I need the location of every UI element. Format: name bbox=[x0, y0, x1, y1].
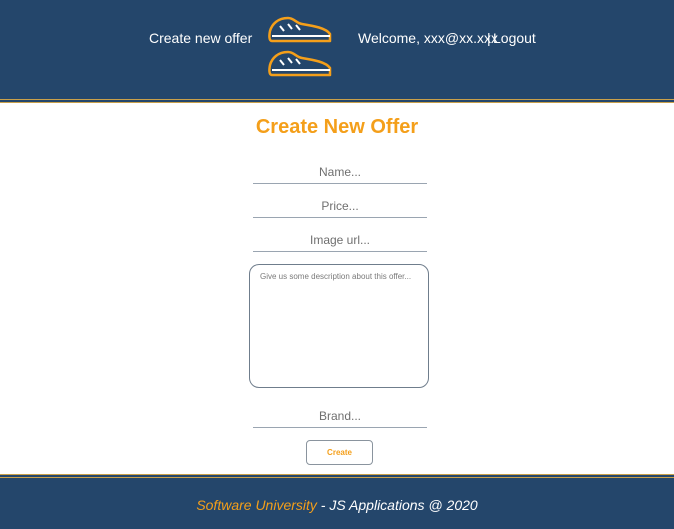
brand-input[interactable] bbox=[253, 405, 427, 428]
page-title: Create New Offer bbox=[255, 116, 419, 138]
footer-text: Software University - JS Applications @ … bbox=[0, 497, 674, 513]
create-offer-link[interactable]: Create new offer bbox=[149, 30, 252, 46]
shoes-logo-icon[interactable] bbox=[266, 14, 334, 82]
site-header: Create new offer Welcome, xxx@xx.xxx | L… bbox=[0, 0, 674, 99]
image-url-input[interactable] bbox=[253, 229, 427, 252]
header-divider bbox=[0, 99, 674, 103]
create-button[interactable]: Create bbox=[306, 440, 373, 465]
name-input[interactable] bbox=[253, 161, 427, 184]
description-textarea[interactable] bbox=[249, 264, 429, 388]
nav-separator: | bbox=[487, 30, 491, 46]
welcome-text: Welcome, xxx@xx.xxx bbox=[358, 30, 498, 46]
price-input[interactable] bbox=[253, 195, 427, 218]
footer-copyright: - JS Applications @ 2020 bbox=[316, 497, 478, 513]
site-footer: Software University - JS Applications @ … bbox=[0, 478, 674, 529]
logout-link[interactable]: Logout bbox=[493, 30, 536, 46]
footer-brand[interactable]: Software University bbox=[196, 497, 317, 513]
